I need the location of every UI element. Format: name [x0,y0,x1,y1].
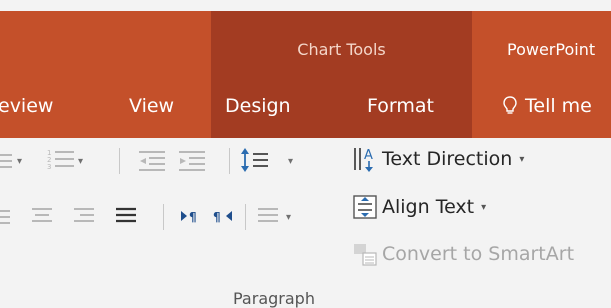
text-direction-icon: A [354,148,373,172]
justify-icon[interactable] [114,204,138,228]
group-separator [245,204,246,230]
center-align-icon[interactable] [30,204,54,228]
numbering-dropdown-caret[interactable]: ▾ [78,156,83,167]
contextual-group-label: Chart Tools [297,40,386,59]
app-name: PowerPoint [507,40,596,59]
line-spacing-dropdown-caret[interactable]: ▾ [288,156,293,167]
group-separator [229,148,230,174]
text-direction-caret: ▾ [519,153,525,165]
tell-me-box[interactable]: Tell me [503,95,592,117]
convert-smartart-label: Convert to SmartArt [382,243,575,265]
convert-to-smartart-button[interactable]: Convert to SmartArt [352,240,574,268]
increase-indent-icon[interactable] [177,148,207,172]
decrease-indent-icon[interactable] [137,148,167,172]
align-text-label: Align Text [382,196,475,218]
left-to-right-text-icon[interactable]: ¶ [180,206,202,226]
tab-review[interactable]: eview [0,95,53,117]
group-separator [163,204,164,230]
tell-me-label: Tell me [525,95,592,117]
contextual-tab-group-background [211,11,472,138]
text-direction-label: Text Direction [382,148,513,170]
tab-design[interactable]: Design [225,95,291,117]
svg-text:3: 3 [47,163,51,171]
align-text-button[interactable]: Align Text ▾ [352,193,486,221]
svg-text:¶: ¶ [213,210,221,224]
lightbulb-icon [503,96,517,114]
align-right-icon[interactable] [72,204,96,228]
bullets-dropdown-caret[interactable]: ▾ [17,156,22,167]
text-direction-button[interactable]: A Text Direction ▾ [352,145,524,173]
align-text-icon [353,195,377,219]
numbering-icon[interactable]: 1 2 3 [47,147,75,173]
columns-dropdown-caret[interactable]: ▾ [286,212,291,223]
align-left-partial-icon[interactable] [0,206,14,228]
tab-format[interactable]: Format [367,95,434,117]
line-spacing-icon[interactable] [240,146,270,174]
svg-text:¶: ¶ [189,210,197,224]
smartart-icon [354,244,377,266]
align-text-caret: ▾ [481,201,487,213]
paragraph-group-label: Paragraph [233,289,315,308]
bullets-partial-icon[interactable] [0,150,14,172]
right-to-left-text-icon[interactable]: ¶ [212,206,234,226]
tab-view[interactable]: View [129,95,174,117]
svg-text:A: A [364,148,373,163]
columns-icon[interactable] [256,204,280,228]
group-separator [119,148,120,174]
window-top-strip [0,0,611,11]
